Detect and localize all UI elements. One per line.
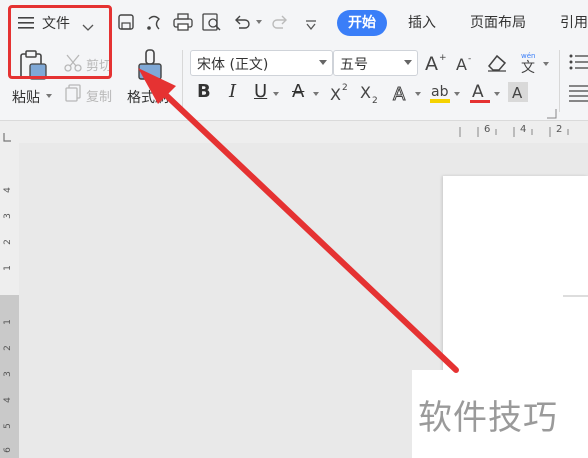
undo-icon[interactable] — [233, 13, 251, 35]
font-size-value: 五号 — [340, 57, 368, 73]
svg-text:wén: wén — [521, 52, 535, 60]
svg-text:文: 文 — [521, 60, 535, 74]
paste-label[interactable]: 粘贴 — [12, 87, 40, 107]
chevron-down-icon — [404, 60, 412, 65]
font-color-dropdown-icon[interactable] — [494, 92, 500, 96]
svg-text:A: A — [456, 55, 467, 73]
underline-icon[interactable]: U — [254, 82, 267, 102]
ruler-tick: 5 — [2, 423, 13, 429]
chevron-down-icon — [319, 60, 327, 65]
svg-text:+: + — [439, 53, 447, 63]
vertical-ruler-margin — [0, 143, 19, 295]
tab-page-layout[interactable]: 页面布局 — [470, 10, 526, 36]
ruler-tick: 1 — [2, 319, 13, 325]
subscript-icon[interactable]: X2 — [360, 82, 382, 108]
font-size-select[interactable]: 五号 — [333, 50, 418, 76]
horizontal-ruler[interactable]: 6 4 2 — [0, 121, 588, 143]
align-icon[interactable] — [569, 84, 588, 106]
font-family-select[interactable]: 宋体 (正文) — [190, 50, 333, 76]
copy-icon[interactable] — [64, 84, 82, 106]
ruler-tick: 3 — [2, 371, 13, 377]
ruler-tick: 4 — [2, 397, 13, 403]
svg-text:A: A — [393, 84, 406, 104]
font-family-value: 宋体 (正文) — [197, 57, 269, 73]
svg-text:ab: ab — [431, 84, 449, 100]
bullet-list-icon[interactable] — [569, 53, 588, 75]
font-color-icon[interactable]: A — [469, 81, 491, 109]
tab-home[interactable]: 开始 — [337, 10, 387, 36]
undo-dropdown-icon[interactable] — [256, 20, 262, 24]
svg-text:2: 2 — [372, 96, 378, 104]
text-effect-icon[interactable]: A — [392, 82, 414, 108]
underline-dropdown-icon[interactable] — [273, 92, 279, 96]
strikethrough-icon[interactable]: A — [292, 82, 304, 102]
highlight-icon[interactable]: ab — [429, 81, 453, 109]
italic-icon[interactable]: I — [229, 82, 236, 102]
superscript-icon[interactable]: X2 — [330, 82, 352, 108]
grow-font-icon[interactable]: A + — [425, 51, 447, 77]
margin-corner-mark — [563, 295, 588, 297]
print-icon[interactable] — [173, 13, 193, 35]
copy-button[interactable]: 复制 — [86, 86, 112, 105]
redo-icon[interactable] — [271, 13, 289, 35]
vertical-ruler[interactable]: 4 3 2 1 1 2 3 4 5 6 — [0, 143, 19, 458]
tab-references[interactable]: 引用 — [560, 10, 588, 36]
ruler-tick: 6 — [2, 447, 13, 453]
highlight-box — [8, 5, 112, 79]
watermark-text: 软件技巧 — [418, 398, 558, 438]
group-divider — [182, 50, 183, 112]
svg-text:A: A — [472, 82, 484, 102]
ruler-tick: 3 — [2, 213, 13, 219]
svg-text:A: A — [512, 84, 523, 102]
paste-dropdown-icon[interactable] — [46, 94, 52, 98]
format-painter-icon[interactable] — [136, 48, 164, 86]
format-painter-button[interactable]: 格式刷 — [127, 87, 169, 107]
character-shading-icon[interactable]: A — [507, 81, 529, 107]
tab-insert[interactable]: 插入 — [408, 10, 436, 36]
shrink-font-icon[interactable]: A- — [456, 53, 478, 77]
highlight-dropdown-icon[interactable] — [454, 92, 460, 96]
svg-text:A: A — [425, 53, 438, 73]
ruler-tick: 4 — [2, 187, 13, 193]
ruler-tick: 2 — [2, 345, 13, 351]
eraser-icon[interactable] — [486, 53, 508, 77]
phonetic-guide-icon[interactable]: wén 文 — [518, 50, 540, 78]
svg-text:-: - — [468, 54, 471, 64]
phonetic-dropdown-icon[interactable] — [543, 62, 549, 66]
watermark: 软件技巧 — [412, 370, 588, 458]
strikethrough-dropdown-icon[interactable] — [313, 92, 319, 96]
print-preview-icon[interactable] — [202, 13, 222, 35]
save-icon[interactable] — [117, 13, 135, 35]
svg-text:2: 2 — [342, 83, 348, 93]
ruler-tick: 1 — [2, 265, 13, 271]
text-effect-dropdown-icon[interactable] — [415, 92, 421, 96]
svg-text:X: X — [360, 83, 371, 102]
share-icon[interactable] — [145, 13, 163, 35]
bold-icon[interactable]: B — [197, 82, 211, 102]
customize-toolbar-icon[interactable] — [305, 16, 317, 35]
svg-text:X: X — [330, 85, 341, 104]
group-divider — [559, 50, 560, 112]
ruler-tick: 2 — [2, 239, 13, 245]
ruler-tick-marks — [459, 127, 569, 137]
